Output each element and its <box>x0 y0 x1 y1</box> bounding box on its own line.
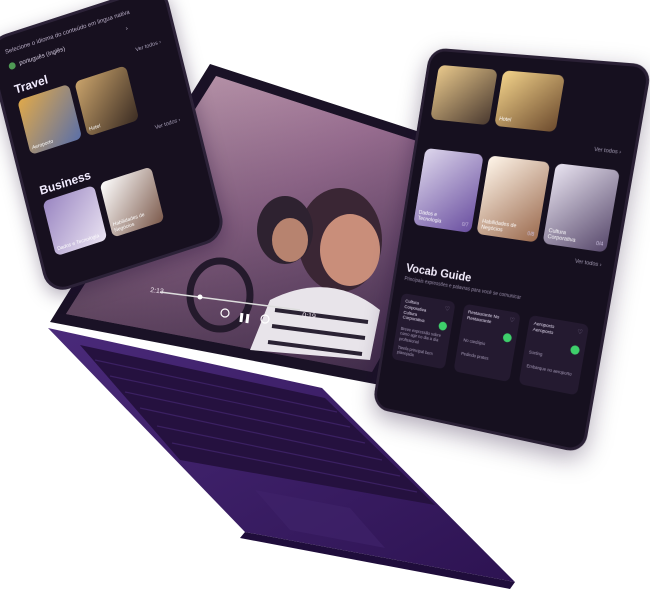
card-label: Hotel <box>498 116 512 124</box>
tablet-see-all-link-1[interactable]: Ver todos › <box>594 147 622 156</box>
travel-see-all-link[interactable]: Ver todos › <box>135 39 162 53</box>
business-card-skills[interactable]: Habilidades de Negócios <box>99 166 165 238</box>
tablet-see-all-link-2[interactable]: Ver todos › <box>574 259 602 269</box>
card-label: Dados e Tecnologia <box>417 209 442 225</box>
video-progress-handle <box>197 294 203 300</box>
play-icon[interactable] <box>569 344 581 356</box>
vocab-card[interactable]: Cultura Corporativa Cultura Corporativa … <box>391 292 456 370</box>
travel-card-hotel[interactable]: Hotel <box>74 65 140 137</box>
vocab-card-title: Cultura Corporativa Cultura Corporativa <box>402 299 427 325</box>
card-label: Hotel <box>88 123 102 133</box>
tablet-card-hotel[interactable]: Hotel <box>494 70 565 133</box>
heart-icon[interactable]: ♡ <box>577 328 584 336</box>
vocab-bullet: Pedindo pratos <box>460 350 489 361</box>
card-label: Aeroporto <box>31 138 54 152</box>
chevron-right-icon: › <box>125 25 129 32</box>
tablet-card-data[interactable]: Dados e Tecnologia 0/7 <box>413 147 484 233</box>
vocab-bullet: Embarque no aeroporto <box>526 363 573 377</box>
heart-icon[interactable]: ♡ <box>444 305 450 313</box>
flag-icon <box>8 61 17 71</box>
card-progress: 0/4 <box>595 240 604 248</box>
business-card-data[interactable]: Dados e Tecnologia <box>42 185 108 257</box>
tablet-card-culture[interactable]: Cultura Corporativa 0/4 <box>542 163 621 253</box>
play-icon[interactable] <box>502 332 513 343</box>
tablet-card-skills[interactable]: Habilidades de Negócios 0/8 <box>476 155 551 243</box>
play-icon[interactable] <box>438 321 448 332</box>
heart-icon[interactable]: ♡ <box>509 317 515 325</box>
vocab-card-title: Restaurante No Restaurante <box>466 310 500 325</box>
vocab-card-title: Aeroporto Aeroporto <box>532 321 555 336</box>
business-see-all-link[interactable]: Ver todos › <box>154 117 181 131</box>
card-progress: 0/7 <box>461 221 469 229</box>
card-label: Habilidades de Negócios <box>480 218 517 234</box>
travel-card-airport[interactable]: Aeroporto <box>17 83 83 156</box>
card-progress: 0/8 <box>526 231 535 238</box>
card-label: Habilidades de Negócios <box>112 211 146 234</box>
card-label: Cultura Corporativa <box>547 227 576 244</box>
card-label: Dados e Tecnologia <box>56 232 100 253</box>
vocab-card[interactable]: Aeroporto Aeroporto ♡ Sorting Embarque n… <box>518 314 590 396</box>
vocab-card[interactable]: Restaurante No Restaurante ♡ No cardápio… <box>453 303 521 383</box>
tablet-card-travel-1[interactable] <box>430 64 498 126</box>
